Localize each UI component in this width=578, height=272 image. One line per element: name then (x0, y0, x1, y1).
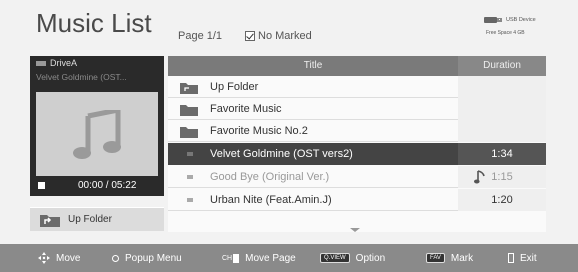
list-header: Title Duration (168, 56, 546, 76)
key-guide-popup: Popup Menu (112, 244, 182, 272)
list-item-name: Good Bye (Original Ver.) (210, 171, 330, 183)
drive-row: DriveA (30, 56, 164, 70)
list-item-name: Favorite Music (210, 103, 282, 115)
stop-icon (38, 182, 45, 189)
music-file-icon (187, 198, 193, 202)
drive-label: DriveA (50, 58, 78, 68)
ok-button-icon (112, 254, 119, 262)
key-guide-move-page-label: Move Page (245, 252, 296, 264)
folder-icon (180, 127, 198, 138)
duration-cell: 1:20 (458, 189, 546, 211)
up-folder-icon (180, 83, 198, 94)
now-playing-panel: DriveA Velvet Goldmine (OST... (30, 56, 164, 196)
duration-cell: 1:15 (458, 166, 546, 188)
key-guide-mark: FAV Mark (426, 244, 473, 272)
page-title: Music List (36, 8, 152, 38)
up-folder-icon (40, 214, 60, 227)
file-list: Title Duration Up Folder Favorite Music … (168, 56, 546, 232)
channel-key-icon: CH (222, 253, 240, 263)
up-folder-button-label: Up Folder (68, 214, 112, 225)
music-list-screen: Music List Page 1/1 No Marked USB Device… (0, 0, 578, 272)
column-title: Title (303, 60, 323, 71)
now-playing-note-icon (474, 170, 485, 184)
key-guide-move: Move (38, 244, 80, 272)
list-item-name: Urban Nite (Feat.Amin.J) (210, 194, 332, 206)
duration-cell (458, 76, 546, 98)
scroll-down-icon[interactable] (350, 228, 360, 232)
exit-key-icon (508, 253, 514, 263)
usb-label: USB Device (506, 17, 536, 23)
marked-label: No Marked (258, 30, 312, 42)
playback-time-row: 00:00 / 05:22 (30, 176, 164, 196)
qview-key-icon: Q.VIEW (320, 253, 350, 263)
music-file-icon (187, 152, 193, 156)
duration-cell: 1:34 (458, 143, 546, 165)
key-guide-exit-label: Exit (520, 252, 537, 264)
list-item-name: Favorite Music No.2 (210, 125, 308, 137)
page-indicator: Page 1/1 (178, 30, 223, 42)
list-item[interactable]: Urban Nite (Feat.Amin.J) 1:20 (168, 189, 546, 211)
usb-icon (484, 17, 502, 23)
up-folder-button[interactable]: Up Folder (30, 207, 164, 231)
music-note-icon (73, 110, 121, 159)
key-guide-option-label: Option (355, 252, 386, 264)
drive-icon (36, 60, 46, 66)
key-guide-exit: Exit (508, 244, 537, 272)
key-guide-bar: Move Popup Menu CH Move Page Q.VIEW Opti… (0, 244, 578, 272)
list-item[interactable]: Favorite Music No.2 (168, 120, 546, 142)
list-item-name: Velvet Goldmine (OST vers2) (210, 148, 353, 160)
music-file-icon (187, 175, 193, 179)
channel-rocker-icon (233, 253, 240, 263)
key-guide-move-page: CH Move Page (222, 244, 296, 272)
folder-icon (180, 105, 198, 116)
marked-status: No Marked (245, 30, 312, 42)
now-playing-title: Velvet Goldmine (OST... (36, 72, 127, 82)
header: Music List Page 1/1 No Marked USB Device… (0, 0, 578, 52)
album-art (36, 92, 158, 178)
dpad-icon (38, 252, 50, 264)
column-duration: Duration (458, 56, 546, 76)
list-item-selected[interactable]: Velvet Goldmine (OST vers2) 1:34 (168, 143, 546, 165)
list-item[interactable]: Up Folder (168, 76, 546, 98)
usb-device-indicator: USB Device Free Space 4 GB (480, 12, 544, 40)
duration-cell (458, 98, 546, 120)
fav-key-icon: FAV (426, 253, 445, 263)
key-guide-popup-label: Popup Menu (125, 252, 182, 264)
key-guide-mark-label: Mark (450, 252, 474, 264)
key-guide-move-label: Move (56, 252, 81, 264)
key-guide-option: Q.VIEW Option (320, 244, 385, 272)
list-item-playing[interactable]: Good Bye (Original Ver.) 1:15 (168, 166, 546, 188)
channel-key-label: CH (222, 254, 233, 262)
list-item-name: Up Folder (210, 81, 259, 93)
playback-time: 00:00 / 05:22 (78, 180, 137, 191)
duration-cell (458, 120, 546, 142)
list-item[interactable]: Favorite Music (168, 98, 546, 120)
checkbox-icon (245, 31, 255, 41)
usb-free-space: Free Space 4 GB (486, 30, 525, 36)
